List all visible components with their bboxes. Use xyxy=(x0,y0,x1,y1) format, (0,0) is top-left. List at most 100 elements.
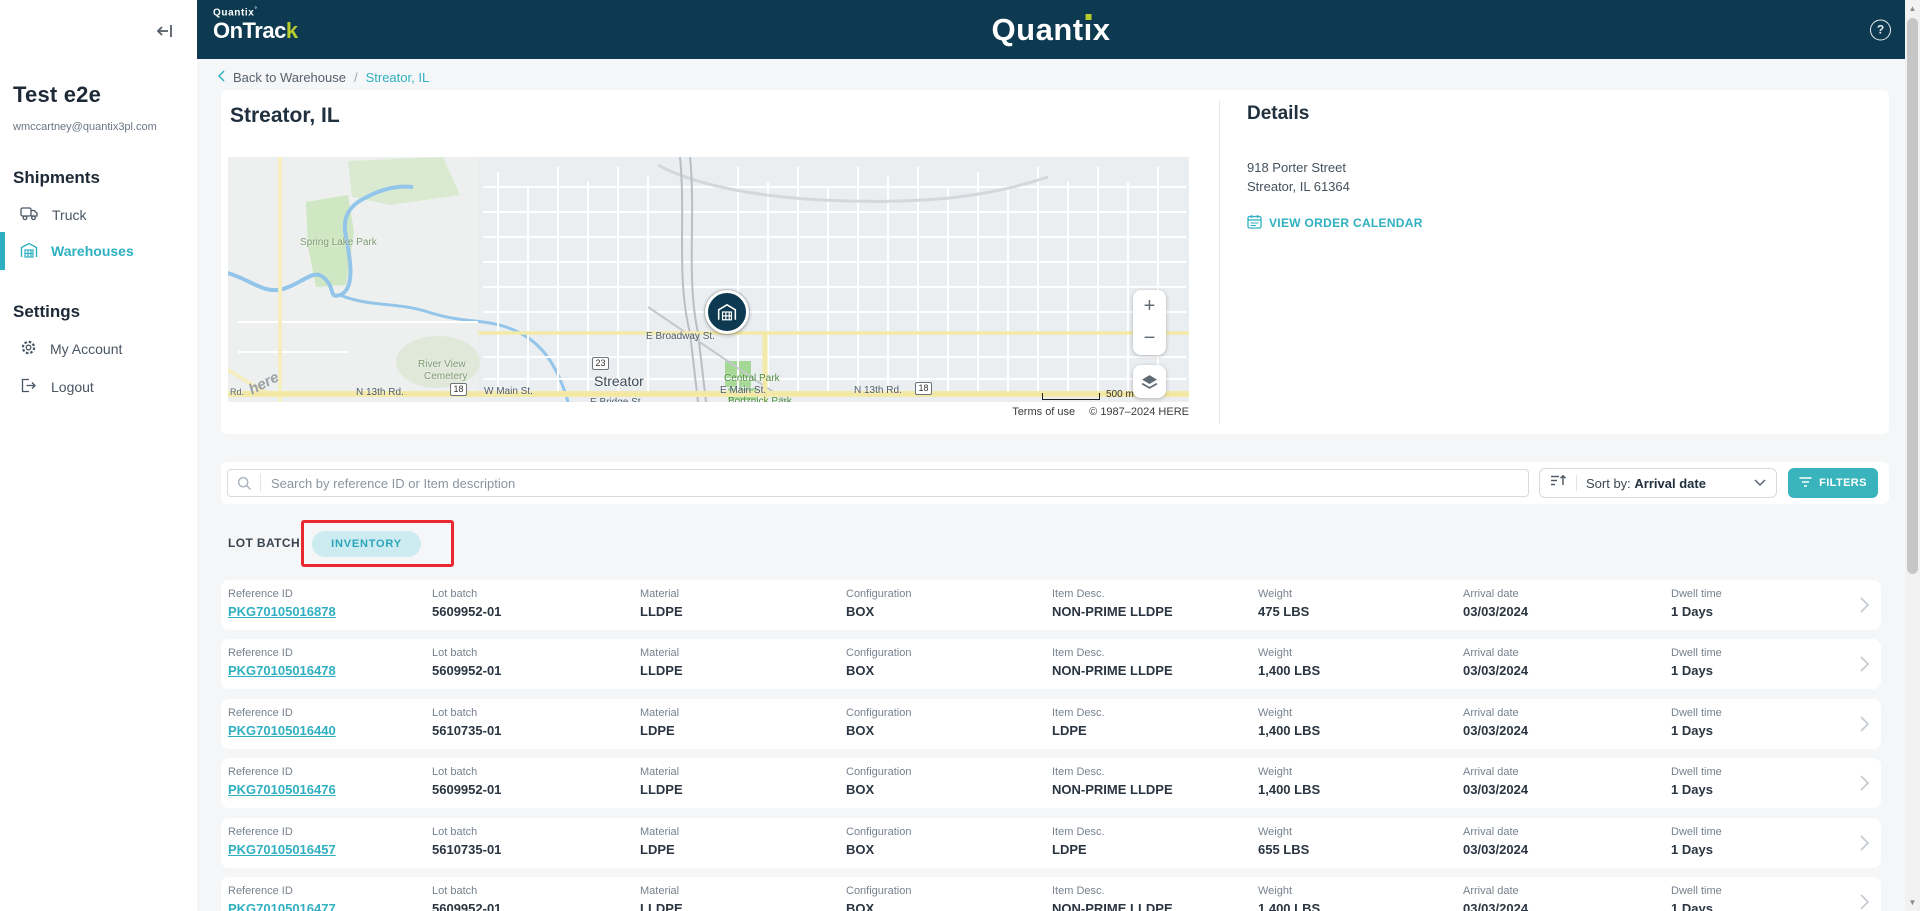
reference-id-link[interactable]: PKG70105016878 xyxy=(228,604,432,619)
cell-material: Material LLDPE xyxy=(640,588,683,619)
cell-weight: Weight 1,400 LBS xyxy=(1258,707,1321,738)
zoom-in-button[interactable]: + xyxy=(1133,290,1166,322)
breadcrumb-separator: / xyxy=(353,70,358,85)
cell-configuration: Configuration BOX xyxy=(846,826,912,857)
chevron-right-icon xyxy=(1860,597,1870,618)
logout-icon xyxy=(20,378,38,396)
cell-dwell-time: Dwell time 1 Days xyxy=(1671,588,1722,619)
cell-item-desc: Item Desc. NON-PRIME LLDPE xyxy=(1052,766,1173,797)
cell-dwell-time: Dwell time 1 Days xyxy=(1671,885,1722,911)
reference-id-link[interactable]: PKG70105016477 xyxy=(228,901,432,911)
map-label: Central Park xyxy=(724,373,780,384)
breadcrumb: Back to Warehouse / Streator, IL xyxy=(217,70,430,85)
collapse-sidebar-icon[interactable] xyxy=(155,22,175,40)
sidebar-item-truck[interactable]: Truck xyxy=(0,198,197,232)
map[interactable]: Spring Lake Park River View Cemetery Streat… xyxy=(228,157,1189,402)
warehouse-card: Streator, IL Spring Lake Park River View… xyxy=(221,90,1889,434)
shipments-section-title: Shipments xyxy=(13,168,100,187)
cell-lot-batch: Lot batch 5609952-01 xyxy=(432,588,502,619)
map-label: N 13th Rd. xyxy=(854,385,902,396)
warehouse-map-marker[interactable] xyxy=(705,290,749,334)
zoom-out-button[interactable]: − xyxy=(1133,322,1166,354)
map-label: E Broadway St. xyxy=(646,331,715,342)
search-box xyxy=(227,469,1529,497)
map-label: N 13th Rd. xyxy=(356,387,404,398)
cell-configuration: Configuration BOX xyxy=(846,647,912,678)
chevron-right-icon xyxy=(1860,716,1870,737)
details-divider xyxy=(1219,100,1220,424)
cell-lot-batch: Lot batch 5610735-01 xyxy=(432,707,502,738)
map-layers-button[interactable] xyxy=(1133,365,1166,398)
sidebar-item-logout[interactable]: Logout xyxy=(0,370,197,404)
sidebar-item-warehouses[interactable]: Warehouses xyxy=(0,234,197,268)
cell-configuration: Configuration BOX xyxy=(846,885,912,911)
cell-item-desc: Item Desc. NON-PRIME LLDPE xyxy=(1052,885,1173,911)
route-shield: 18 xyxy=(915,382,932,395)
cell-material: Material LDPE xyxy=(640,707,680,738)
cell-dwell-time: Dwell time 1 Days xyxy=(1671,766,1722,797)
filters-button[interactable]: FILTERS xyxy=(1788,468,1878,498)
cell-item-desc: Item Desc. NON-PRIME LLDPE xyxy=(1052,588,1173,619)
app-root: Test e2e wmccartney@quantix3pl.com Shipm… xyxy=(0,0,1920,911)
cell-reference-id: Reference ID PKG70105016440 xyxy=(228,707,432,749)
terms-of-use-link[interactable]: Terms of use xyxy=(1012,406,1075,418)
sidebar-item-label: My Account xyxy=(50,341,123,357)
sort-dropdown[interactable]: Sort by: Arrival date xyxy=(1539,468,1777,498)
help-icon[interactable]: ? xyxy=(1870,19,1891,40)
cell-material: Material LLDPE xyxy=(640,885,683,911)
table-row[interactable]: Reference ID PKG70105016457 Lot batch 5610… xyxy=(221,818,1881,868)
sidebar-item-my-account[interactable]: My Account xyxy=(0,332,197,366)
cell-reference-id: Reference ID PKG70105016477 xyxy=(228,885,432,911)
cell-item-desc: Item Desc. LDPE xyxy=(1052,826,1105,857)
map-label: Rd. xyxy=(230,387,245,397)
reference-id-link[interactable]: PKG70105016476 xyxy=(228,782,432,797)
breadcrumb-current[interactable]: Streator, IL xyxy=(366,70,430,85)
chevron-down-icon xyxy=(1754,474,1766,492)
table-row[interactable]: Reference ID PKG70105016477 Lot batch 5609… xyxy=(221,877,1881,911)
table-row[interactable]: Reference ID PKG70105016440 Lot batch 5610… xyxy=(221,699,1881,749)
chevron-left-icon xyxy=(217,70,225,85)
settings-section-title: Settings xyxy=(13,302,81,321)
breadcrumb-back-link[interactable]: Back to Warehouse xyxy=(233,70,346,85)
table-row[interactable]: Reference ID PKG70105016878 Lot batch 5609… xyxy=(221,580,1881,630)
map-label: Cemetery xyxy=(424,371,468,382)
view-order-calendar-link[interactable]: VIEW ORDER CALENDAR xyxy=(1247,214,1423,232)
vertical-scrollbar[interactable]: ▲ ▼ xyxy=(1905,0,1920,911)
table-row[interactable]: Reference ID PKG70105016476 Lot batch 5609… xyxy=(221,758,1881,808)
cell-arrival-date: Arrival date 03/03/2024 xyxy=(1463,647,1529,678)
cell-lot-batch: Lot batch 5609952-01 xyxy=(432,766,502,797)
cell-weight: Weight 475 LBS xyxy=(1258,588,1310,619)
map-graphic xyxy=(228,157,1189,402)
map-label: Streator xyxy=(594,373,644,389)
scrollbar-thumb[interactable] xyxy=(1907,18,1918,574)
warehouse-icon xyxy=(20,242,38,261)
cell-arrival-date: Arrival date 03/03/2024 xyxy=(1463,707,1529,738)
active-item-indicator xyxy=(0,232,5,270)
main-content: Back to Warehouse / Streator, IL Streato… xyxy=(197,59,1905,911)
cell-arrival-date: Arrival date 03/03/2024 xyxy=(1463,885,1529,911)
reference-id-link[interactable]: PKG70105016457 xyxy=(228,842,432,857)
layers-icon xyxy=(1141,375,1158,389)
sidebar-item-label: Logout xyxy=(51,379,94,395)
cell-dwell-time: Dwell time 1 Days xyxy=(1671,647,1722,678)
route-shield: 23 xyxy=(592,357,609,370)
tab-inventory[interactable]: INVENTORY xyxy=(312,531,421,557)
chevron-right-icon xyxy=(1860,894,1870,911)
search-input[interactable] xyxy=(261,475,1528,491)
reference-id-link[interactable]: PKG70105016478 xyxy=(228,663,432,678)
scrollbar-up-arrow[interactable]: ▲ xyxy=(1905,1,1920,16)
table-row[interactable]: Reference ID PKG70105016478 Lot batch 5609… xyxy=(221,639,1881,689)
reference-id-link[interactable]: PKG70105016440 xyxy=(228,723,432,738)
search-icon xyxy=(228,476,260,491)
cell-item-desc: Item Desc. NON-PRIME LLDPE xyxy=(1052,647,1173,678)
tab-lot-batch[interactable]: LOT BATCH xyxy=(228,536,300,550)
chevron-right-icon xyxy=(1860,775,1870,796)
map-label: River View xyxy=(418,359,466,370)
cell-material: Material LDPE xyxy=(640,826,680,857)
map-scale: 500 m xyxy=(1042,389,1134,400)
scrollbar-down-arrow[interactable]: ▼ xyxy=(1905,895,1920,910)
gear-icon xyxy=(20,339,37,359)
quantix-logo: Quantı x xyxy=(991,11,1111,47)
user-name: Test e2e xyxy=(13,82,102,107)
cell-reference-id: Reference ID PKG70105016476 xyxy=(228,766,432,808)
